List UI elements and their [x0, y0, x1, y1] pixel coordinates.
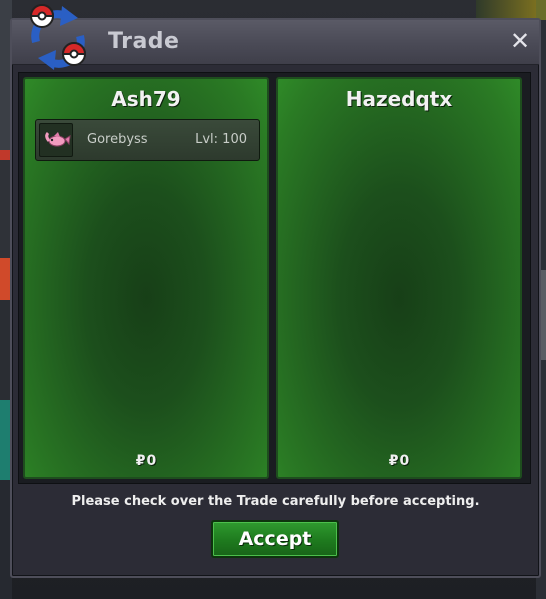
right-money-amount: 0 — [399, 453, 410, 469]
gorebyss-sprite-icon — [39, 123, 73, 157]
item-level: Lvl: 100 — [195, 132, 247, 147]
trade-notice: Please check over the Trade carefully be… — [71, 494, 480, 509]
left-offer-panel: Ash79 Gorebyss Lvl: 100 ₽0 — [23, 77, 269, 479]
game-screen: Trade ✕ Ash79 Gorebyss Lvl: 100 ₽0 Hazed… — [0, 0, 546, 599]
trade-window: Trade ✕ Ash79 Gorebyss Lvl: 100 ₽0 Hazed… — [10, 4, 541, 578]
trade-panels: Ash79 Gorebyss Lvl: 100 ₽0 Hazedqtx ₽0 — [18, 72, 531, 484]
right-offer-panel: Hazedqtx ₽0 — [276, 77, 522, 479]
left-money-amount: 0 — [146, 453, 157, 469]
left-player-name: Ash79 — [111, 87, 181, 111]
right-player-name: Hazedqtx — [345, 87, 453, 111]
left-money: ₽0 — [25, 453, 267, 469]
trade-swap-pokeball-icon — [29, 4, 87, 70]
background-world-top — [476, 0, 536, 18]
item-name: Gorebyss — [87, 132, 148, 147]
accept-button[interactable]: Accept — [211, 520, 339, 558]
pokedollar-icon: ₽ — [135, 453, 146, 469]
right-money: ₽0 — [278, 453, 520, 469]
pokedollar-icon: ₽ — [388, 453, 399, 469]
window-title: Trade — [108, 29, 180, 54]
offer-item-row[interactable]: Gorebyss Lvl: 100 — [35, 119, 260, 161]
close-button[interactable]: ✕ — [507, 28, 533, 54]
